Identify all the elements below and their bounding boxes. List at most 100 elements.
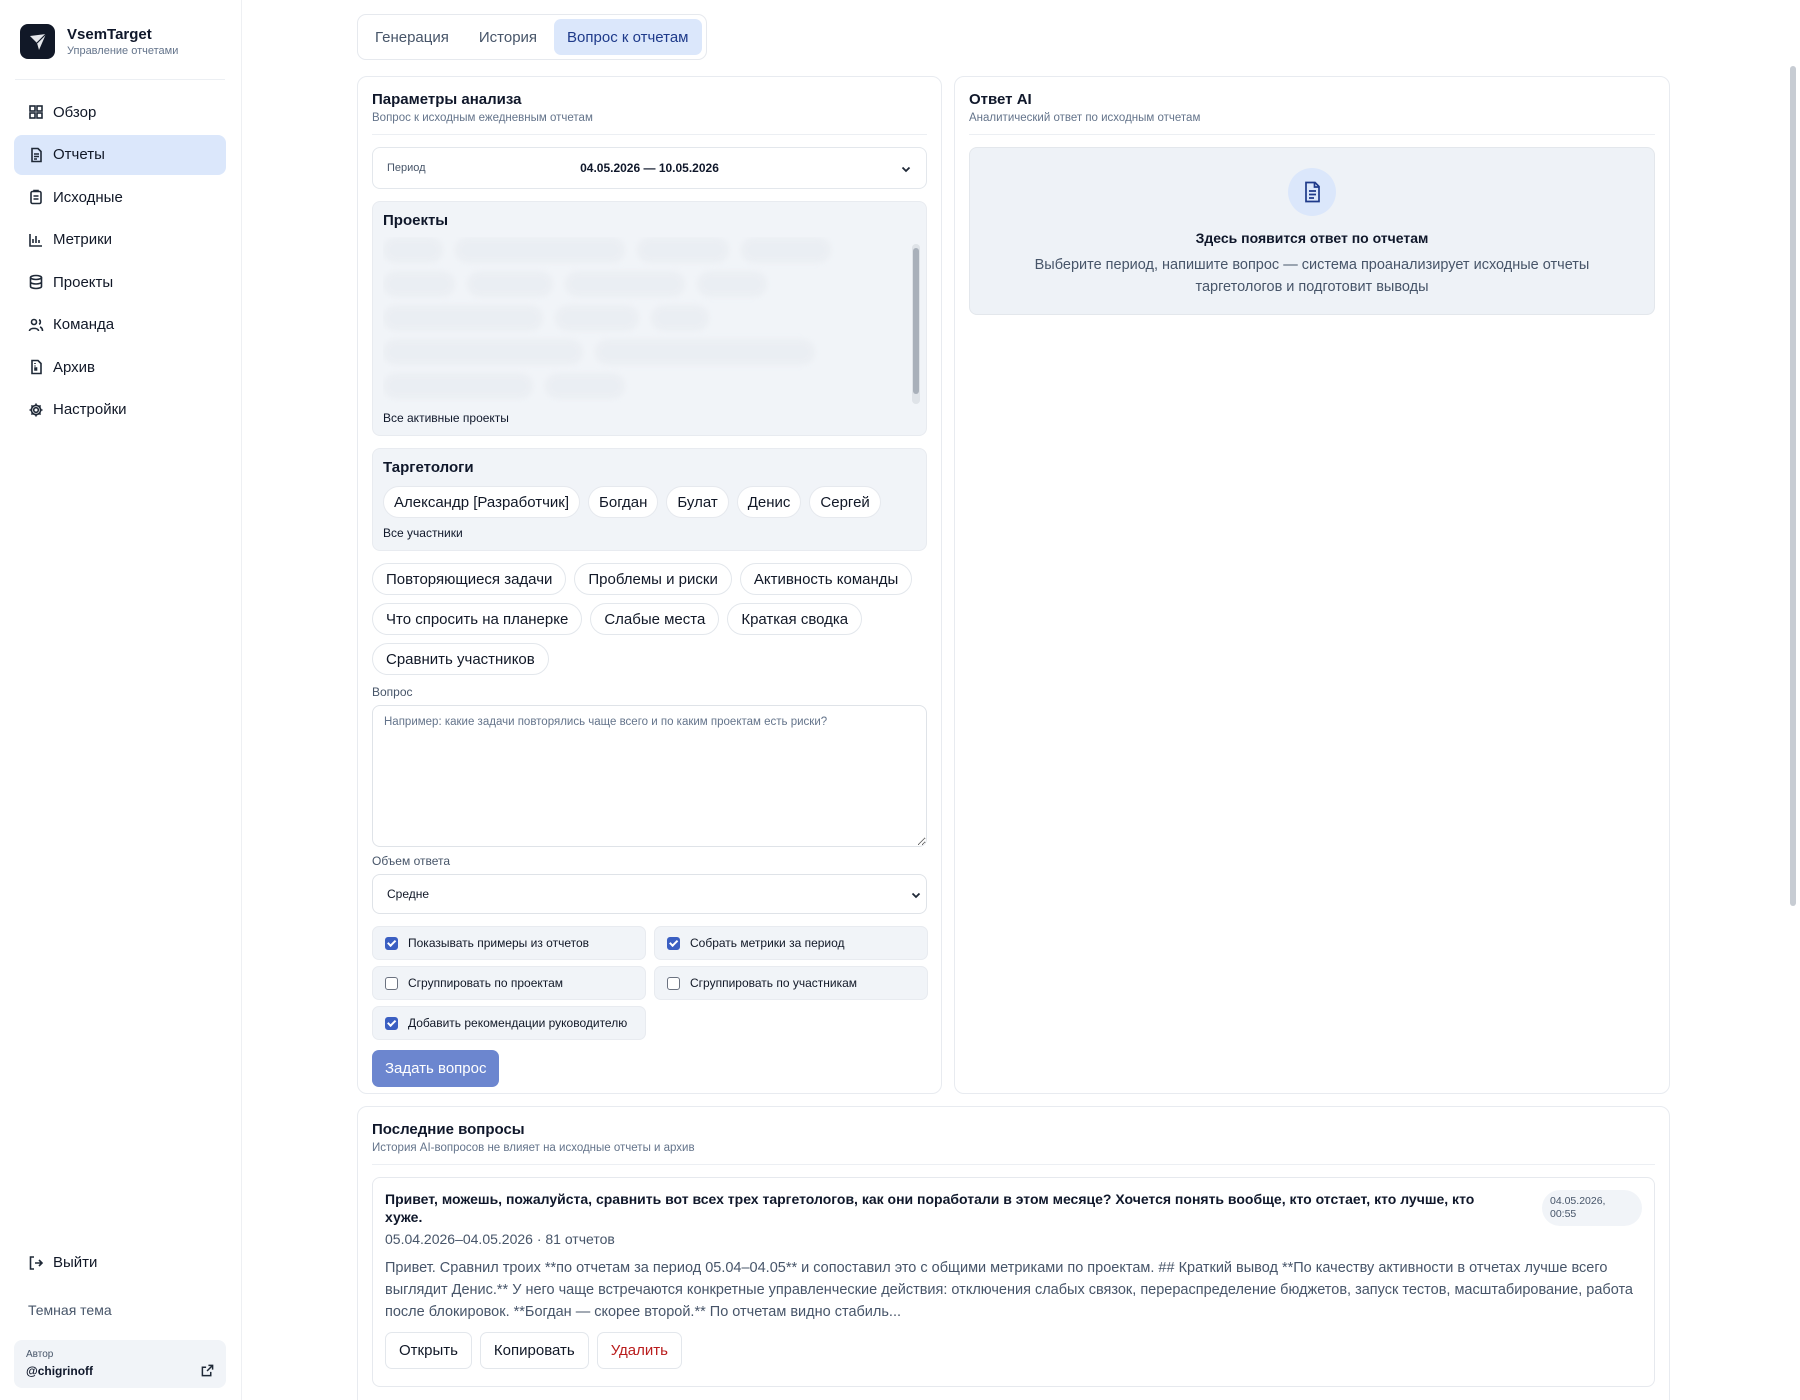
- author-name: @chigrinoff: [26, 1364, 94, 1378]
- projects-list[interactable]: [383, 237, 916, 403]
- copy-button[interactable]: Копировать: [479, 1332, 589, 1369]
- option-label: Показывать примеры из отчетов: [408, 936, 590, 950]
- delete-button[interactable]: Удалить: [596, 1332, 682, 1369]
- ai-answer-panel: Ответ AI Аналитический ответ по исходным…: [954, 76, 1670, 1094]
- projects-foot: Все активные проекты: [383, 411, 509, 425]
- logout-button[interactable]: Выйти: [28, 1254, 97, 1271]
- projects-title: Проекты: [383, 212, 449, 229]
- sidebar-item-overview[interactable]: Обзор: [14, 92, 226, 132]
- brand-logo: [20, 24, 55, 59]
- question-input[interactable]: [372, 705, 927, 847]
- checkbox-checked[interactable]: [385, 936, 398, 950]
- author-label: Автор: [26, 1349, 54, 1360]
- bar-chart-icon: [29, 233, 42, 247]
- sidebar-item-sources[interactable]: Исходные: [14, 177, 226, 217]
- analysis-params-panel: Параметры анализа Вопрос к исходным ежед…: [357, 76, 942, 1094]
- preset-chip[interactable]: Сравнить участников: [372, 643, 549, 675]
- recent-actions: Открыть Копировать Удалить: [385, 1332, 1642, 1369]
- projects-scrollbar[interactable]: [912, 244, 920, 404]
- sidebar-item-metrics[interactable]: Метрики: [14, 220, 226, 260]
- option-show-examples[interactable]: Показывать примеры из отчетов: [372, 926, 646, 960]
- sidebar-item-label: Настройки: [53, 401, 127, 418]
- preset-questions: Повторяющиеся задачи Проблемы и риски Ак…: [372, 563, 927, 675]
- period-value: 04.05.2026 — 10.05.2026: [580, 161, 719, 175]
- preset-chip[interactable]: Что спросить на планерке: [372, 603, 583, 635]
- checkbox-unchecked[interactable]: [385, 976, 398, 990]
- tab-ask-reports[interactable]: Вопрос к отчетам: [554, 19, 702, 55]
- panel-title: Параметры анализа: [372, 91, 522, 108]
- checkbox-checked[interactable]: [667, 936, 680, 950]
- preset-chip[interactable]: Слабые места: [590, 603, 720, 635]
- option-group-projects[interactable]: Сгруппировать по проектам: [372, 966, 646, 1000]
- sidebar: VsemTarget Управление отчетами Обзор Отч…: [0, 0, 242, 1400]
- panel-subtitle: История AI-вопросов не влияет на исходны…: [372, 1142, 695, 1154]
- recent-question-date: 04.05.2026, 00:55: [1542, 1190, 1642, 1226]
- grid-icon: [29, 105, 43, 119]
- panel-subtitle: Вопрос к исходным ежедневным отчетам: [372, 112, 593, 124]
- empty-state-text: Выберите период, напишите вопрос — систе…: [1034, 257, 1590, 295]
- divider: [969, 134, 1655, 135]
- recent-question-card: Привет, можешь, пожалуйста, сравнить вот…: [372, 1177, 1655, 1387]
- sidebar-item-settings[interactable]: Настройки: [14, 390, 226, 430]
- targeters-foot: Все участники: [383, 526, 463, 540]
- targeter-chip[interactable]: Богдан: [588, 486, 659, 518]
- preset-chip[interactable]: Проблемы и риски: [574, 563, 732, 595]
- targeter-chip[interactable]: Сергей: [809, 486, 881, 518]
- brand-subtitle: Управление отчетами: [67, 44, 179, 57]
- recent-questions-panel: Последние вопросы История AI-вопросов не…: [357, 1106, 1670, 1400]
- brand[interactable]: VsemTarget Управление отчетами: [20, 24, 178, 59]
- recent-question-text: Привет, можешь, пожалуйста, сравнить вот…: [385, 1191, 1475, 1225]
- checkbox-unchecked[interactable]: [667, 976, 680, 990]
- sidebar-nav: Обзор Отчеты Исходные Метрики Проекты Ко…: [14, 92, 226, 432]
- empty-state-title: Здесь появится ответ по отчетам: [1195, 230, 1429, 246]
- ask-question-button[interactable]: Задать вопрос: [372, 1050, 500, 1087]
- option-add-recommendations[interactable]: Добавить рекомендации руководителю: [372, 1006, 646, 1040]
- panel-subtitle: Аналитический ответ по исходным отчетам: [969, 112, 1201, 124]
- option-collect-metrics[interactable]: Собрать метрики за период: [654, 926, 928, 960]
- option-label: Собрать метрики за период: [690, 936, 845, 950]
- sidebar-item-label: Отчеты: [53, 146, 105, 163]
- volume-select[interactable]: Средне: [372, 874, 927, 914]
- divider: [15, 79, 225, 80]
- sidebar-item-label: Архив: [53, 358, 96, 376]
- preset-chip[interactable]: Повторяющиеся задачи: [372, 563, 567, 595]
- sidebar-item-label: Команда: [53, 316, 115, 333]
- preset-chip[interactable]: Активность команды: [739, 563, 913, 595]
- checkbox-checked[interactable]: [385, 1016, 398, 1030]
- document-icon: [1288, 168, 1336, 216]
- targeters-title: Таргетологи: [383, 459, 474, 476]
- sidebar-item-archive[interactable]: Архив: [14, 347, 226, 387]
- sidebar-item-label: Исходные: [53, 188, 123, 206]
- tab-generation[interactable]: Генерация: [362, 19, 462, 55]
- divider: [372, 1164, 1655, 1165]
- logout-icon: [29, 1255, 44, 1270]
- open-button[interactable]: Открыть: [385, 1332, 472, 1369]
- divider: [372, 134, 927, 135]
- tab-bar: Генерация История Вопрос к отчетам: [357, 14, 707, 60]
- tab-history[interactable]: История: [466, 19, 550, 55]
- page-scrollbar[interactable]: [1790, 66, 1796, 906]
- brand-name: VsemTarget: [67, 25, 152, 43]
- targeter-chip[interactable]: Александр [Разработчик]: [383, 486, 581, 518]
- recent-answer-preview: Привет. Сравнил троих **по отчетам за пе…: [385, 1260, 1633, 1320]
- panel-title: Ответ AI: [969, 91, 1032, 108]
- sidebar-item-label: Обзор: [53, 103, 97, 121]
- answer-empty-state: Здесь появится ответ по отчетам Выберите…: [969, 147, 1655, 315]
- targeter-chip[interactable]: Булат: [666, 486, 729, 518]
- chevron-down-icon: [901, 166, 911, 173]
- external-link-icon: [201, 1364, 214, 1377]
- sidebar-item-reports[interactable]: Отчеты: [14, 134, 226, 175]
- period-select[interactable]: Период 04.05.2026 — 10.05.2026: [372, 147, 927, 189]
- option-group-members[interactable]: Сгруппировать по участникам: [654, 966, 928, 1000]
- theme-toggle[interactable]: Темная тема: [28, 1302, 112, 1318]
- archive-file-icon: [31, 359, 42, 375]
- preset-chip[interactable]: Краткая сводка: [727, 603, 863, 635]
- sidebar-item-label: Метрики: [53, 231, 113, 248]
- targeters-box: Таргетологи Александр [Разработчик] Богд…: [372, 448, 927, 551]
- author-card[interactable]: Автор @chigrinoff: [14, 1340, 226, 1388]
- sidebar-item-projects[interactable]: Проекты: [14, 262, 226, 302]
- database-icon: [29, 274, 43, 290]
- document-icon: [31, 147, 42, 162]
- targeter-chip[interactable]: Денис: [736, 486, 802, 518]
- sidebar-item-team[interactable]: Команда: [14, 305, 226, 345]
